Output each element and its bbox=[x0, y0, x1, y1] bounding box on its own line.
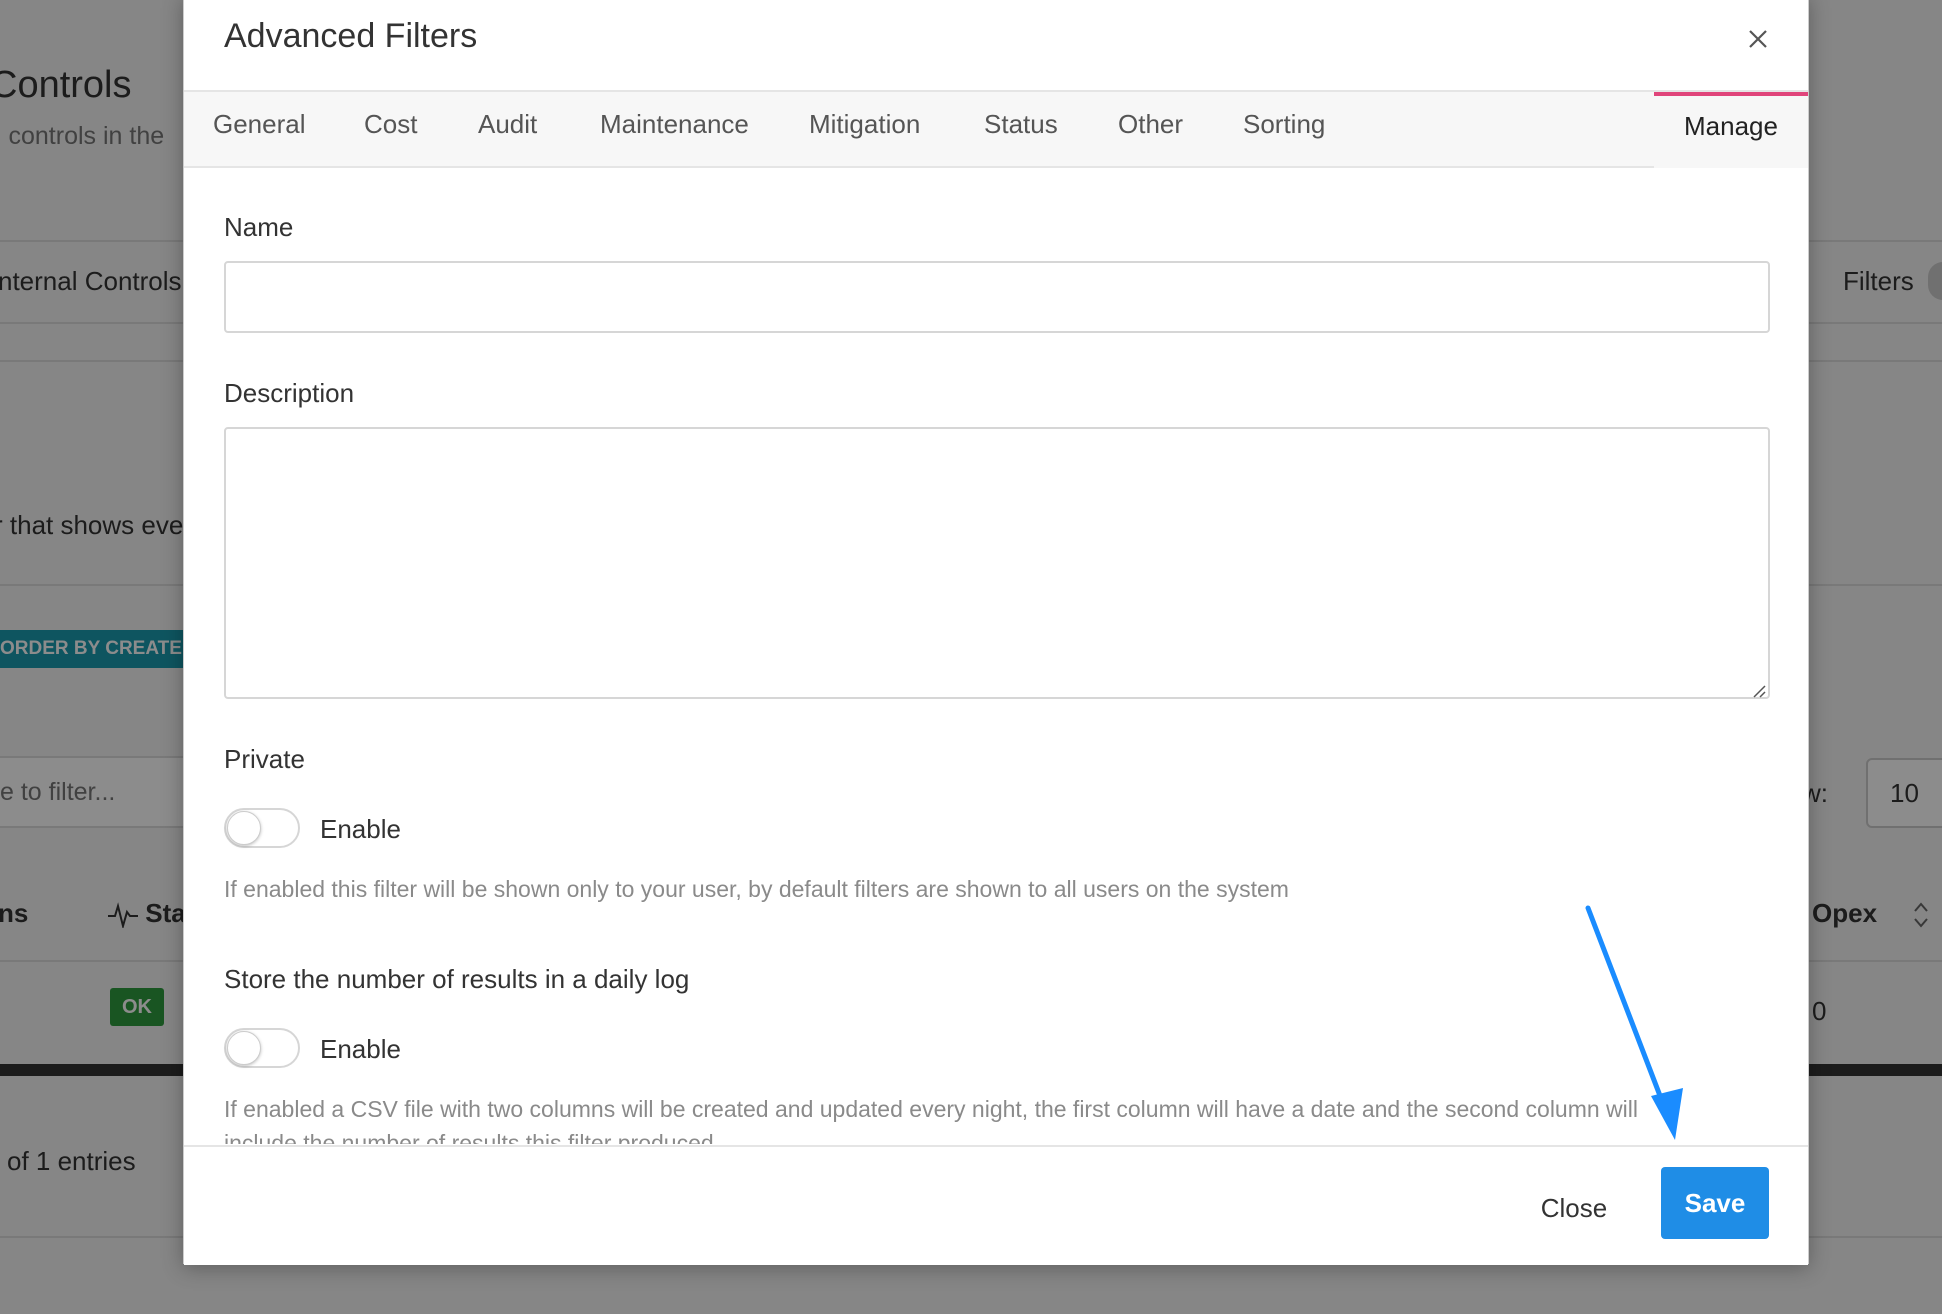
close-icon[interactable] bbox=[1744, 25, 1772, 53]
daily-log-label: Store the number of results in a daily l… bbox=[224, 964, 690, 994]
resize-grip-icon[interactable] bbox=[1750, 682, 1766, 698]
help-text-overflow: include the number of results this filte… bbox=[224, 1130, 1770, 1144]
daily-log-help-text: If enabled a CSV file with two columns w… bbox=[224, 1096, 1638, 1122]
tab-mitigation[interactable]: Mitigation bbox=[809, 92, 920, 168]
toggle-knob bbox=[227, 1031, 261, 1065]
tab-sorting[interactable]: Sorting bbox=[1243, 92, 1325, 168]
tab-other[interactable]: Other bbox=[1118, 92, 1183, 168]
modal-header: Advanced Filters bbox=[184, 0, 1808, 92]
tab-manage[interactable]: Manage bbox=[1654, 92, 1808, 168]
toggle-knob bbox=[227, 811, 261, 845]
tab-cost[interactable]: Cost bbox=[364, 92, 417, 168]
advanced-filters-modal: Advanced Filters General Cost Audit Main… bbox=[183, 0, 1809, 1265]
save-button[interactable]: Save bbox=[1661, 1167, 1769, 1239]
tab-general[interactable]: General bbox=[213, 92, 306, 168]
tab-maintenance[interactable]: Maintenance bbox=[600, 92, 749, 168]
private-toggle[interactable] bbox=[224, 808, 300, 848]
filter-tabs: General Cost Audit Maintenance Mitigatio… bbox=[184, 92, 1808, 168]
description-textarea[interactable] bbox=[224, 427, 1770, 699]
name-input[interactable] bbox=[224, 261, 1770, 333]
private-help-text: If enabled this filter will be shown onl… bbox=[224, 876, 1289, 902]
description-label: Description bbox=[224, 378, 355, 408]
daily-log-toggle[interactable] bbox=[224, 1028, 300, 1068]
name-label: Name bbox=[224, 212, 294, 242]
modal-footer: Close Save bbox=[184, 1145, 1808, 1265]
tab-audit[interactable]: Audit bbox=[478, 92, 537, 168]
modal-title: Advanced Filters bbox=[224, 17, 478, 55]
private-label: Private bbox=[224, 744, 305, 774]
tab-status[interactable]: Status bbox=[984, 92, 1058, 168]
daily-log-toggle-label: Enable bbox=[320, 1034, 401, 1064]
close-button[interactable]: Close bbox=[1504, 1173, 1644, 1243]
private-toggle-label: Enable bbox=[320, 814, 401, 844]
daily-log-help-text-cut: include the number of results this filte… bbox=[224, 1130, 714, 1144]
